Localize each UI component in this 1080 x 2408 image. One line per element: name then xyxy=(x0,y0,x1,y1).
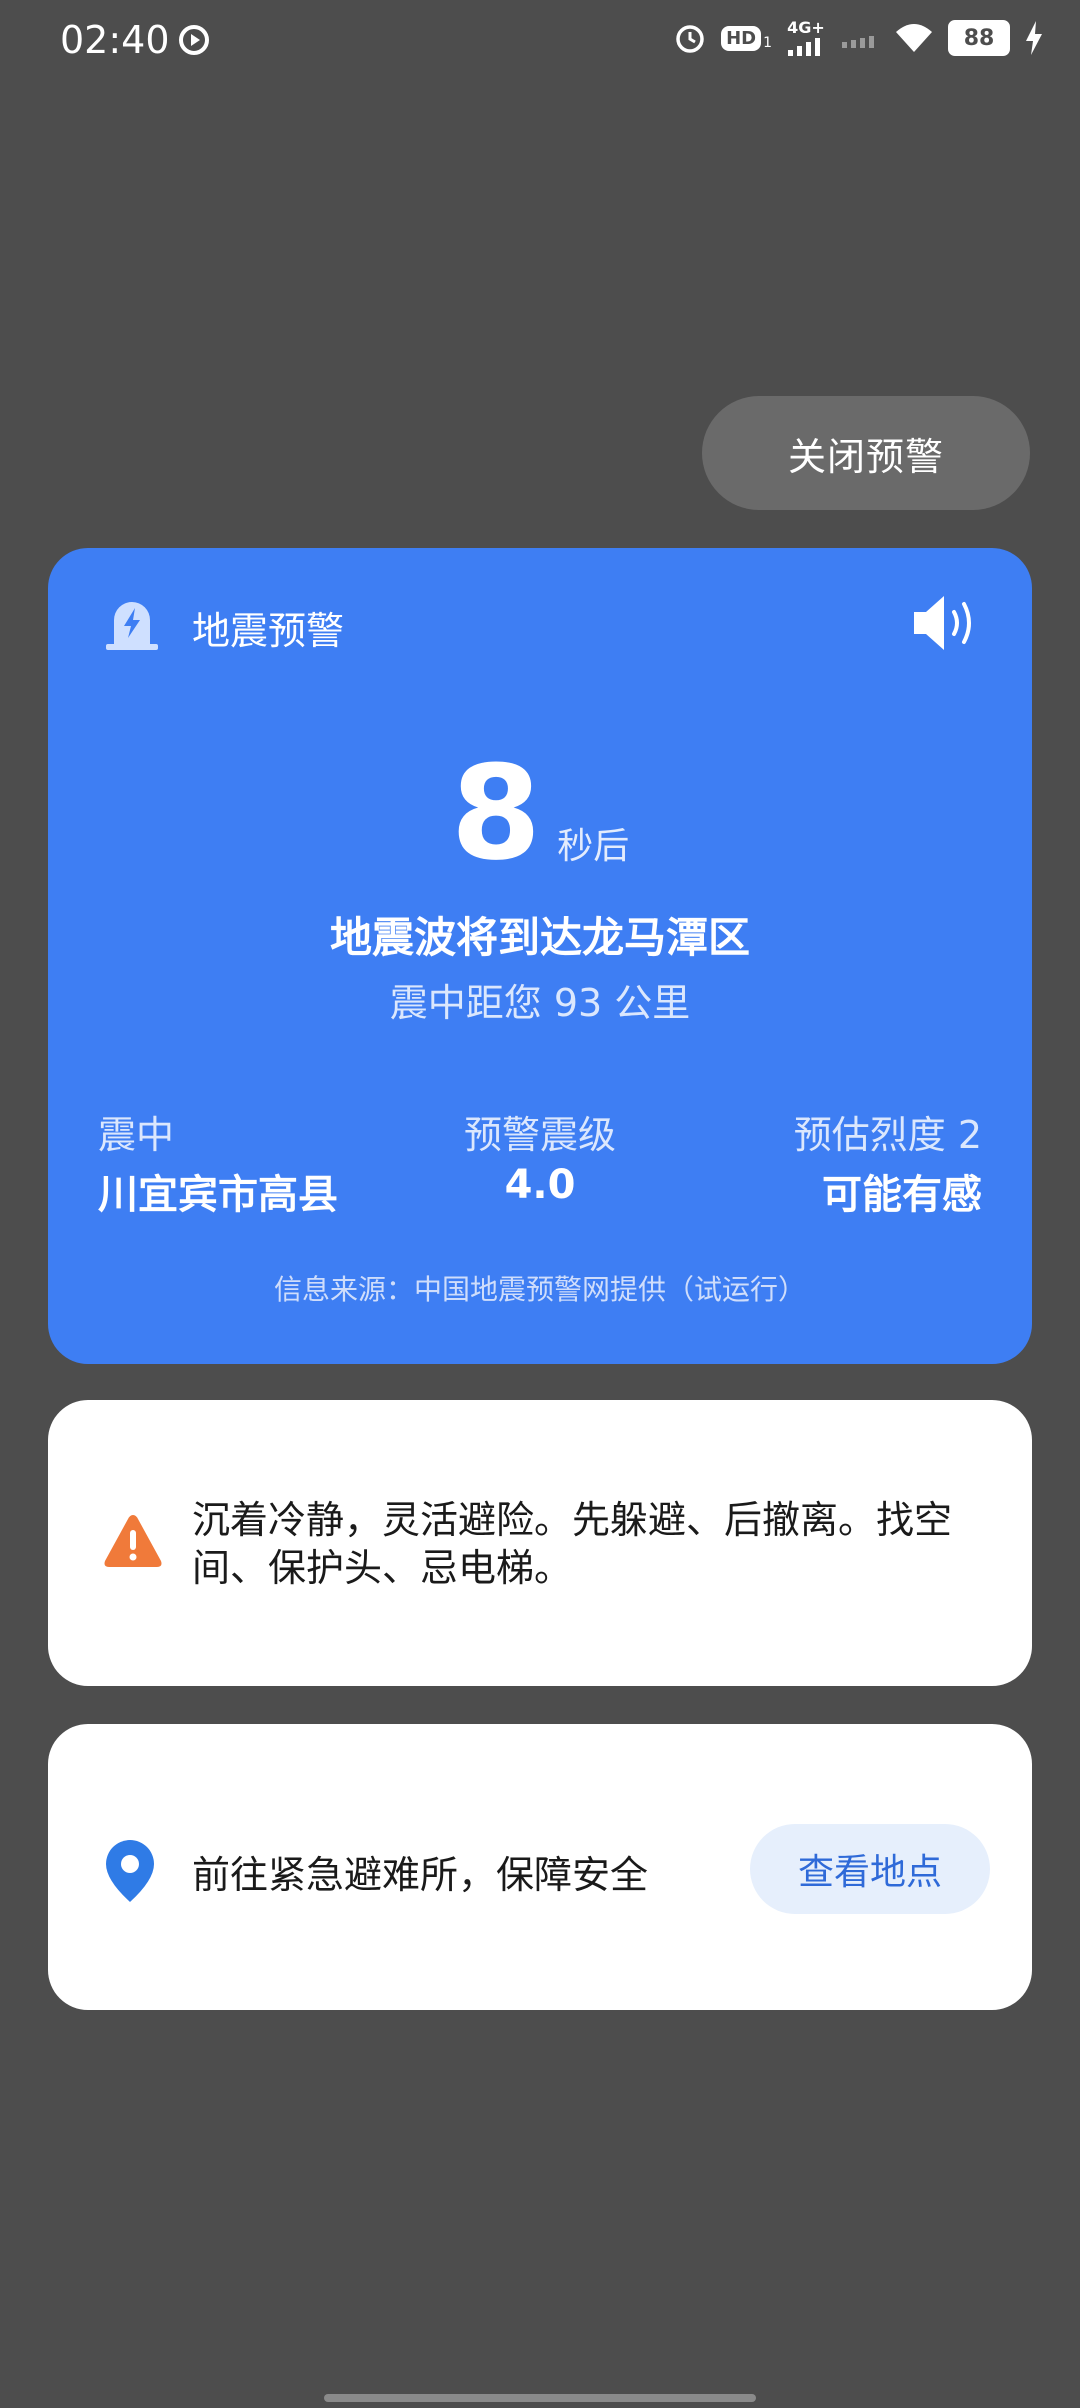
countdown-value: 8 xyxy=(450,737,542,889)
status-time: 02:40 xyxy=(60,18,170,62)
countdown-unit: 秒后 xyxy=(557,826,630,867)
alarm-icon xyxy=(676,25,704,53)
safety-tip-card: 沉着冷静，灵活避险。先躲避、后撤离。找空间、保护头、忌电梯。 xyxy=(48,1400,1032,1686)
status-icons: HD 1 4G+ 88 xyxy=(673,20,1044,56)
battery-icon: 88 xyxy=(948,20,1010,56)
alert-title: 地震预警 xyxy=(192,609,345,653)
speaker-icon[interactable] xyxy=(910,592,980,654)
location-pin-icon xyxy=(106,1840,154,1902)
warning-icon xyxy=(104,1515,162,1567)
close-alert-button[interactable]: 关闭预警 xyxy=(702,396,1030,510)
hd-label: HD xyxy=(721,25,762,51)
countdown: 8 秒后 xyxy=(48,748,1032,878)
signal-weak-icon xyxy=(842,36,874,48)
intensity-label: 预估烈度 2 xyxy=(793,1113,982,1157)
hd-icon: HD 1 xyxy=(721,25,772,51)
wifi-icon xyxy=(896,24,932,52)
arrival-text: 地震波将到达龙马潭区 xyxy=(329,913,750,962)
battery-level: 88 xyxy=(963,25,995,51)
charging-icon xyxy=(1026,21,1042,55)
signal-4g-icon: 4G+ xyxy=(786,20,826,56)
network-label: 4G+ xyxy=(787,18,825,37)
play-icon xyxy=(179,25,209,55)
distance-text: 震中距您 93 公里 xyxy=(389,981,691,1025)
safety-tip-text: 沉着冷静，灵活避险。先躲避、后撤离。找空间、保护头、忌电梯。 xyxy=(192,1498,953,1590)
earthquake-alert-card: 地震预警 8 秒后 地震波将到达龙马潭区 震中距您 93 公里 震中 川宜宾市高县… xyxy=(48,548,1032,1364)
intensity-value: 可能有感 xyxy=(822,1172,982,1218)
view-location-button[interactable]: 查看地点 xyxy=(750,1824,990,1914)
home-indicator[interactable] xyxy=(324,2394,756,2402)
earthquake-warning-icon xyxy=(106,602,158,650)
info-source: 信息来源：中国地震预警网提供（试运行） xyxy=(273,1273,806,1306)
shelter-card: 前往紧急避难所，保障安全 查看地点 xyxy=(48,1724,1032,2010)
shelter-text: 前往紧急避难所，保障安全 xyxy=(192,1853,649,1897)
